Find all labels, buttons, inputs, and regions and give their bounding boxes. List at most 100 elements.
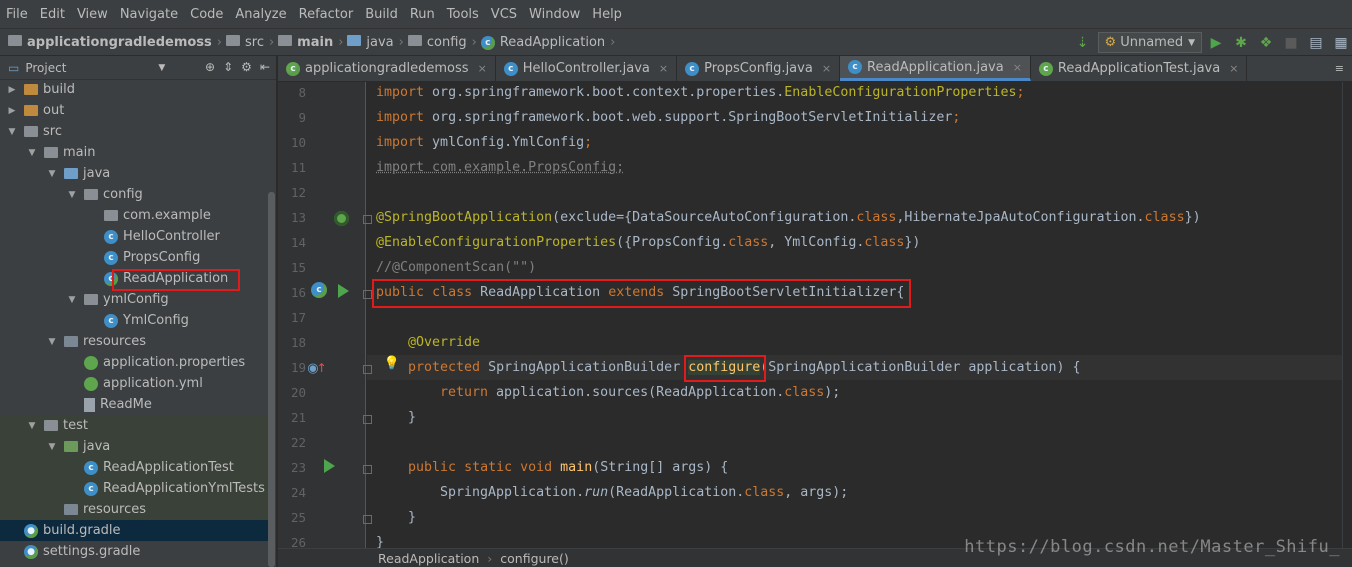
- menu-item-window[interactable]: Window: [529, 7, 580, 22]
- tree-item[interactable]: ▼ src: [0, 121, 270, 142]
- nav-crumb-0[interactable]: applicationgradledemoss ›: [8, 34, 222, 50]
- coverage-icon[interactable]: ❖: [1255, 32, 1277, 54]
- expand-arrow-icon[interactable]: ▼: [26, 148, 38, 158]
- menu-item-refactor[interactable]: Refactor: [299, 7, 354, 22]
- fold-marker[interactable]: [363, 465, 372, 474]
- structure-icon[interactable]: ▤: [1305, 32, 1327, 54]
- tree-item[interactable]: ▼ java: [0, 436, 270, 457]
- nav-crumb-2[interactable]: main ›: [278, 34, 343, 50]
- breadcrumb-method[interactable]: configure(): [500, 551, 568, 566]
- expand-arrow-icon[interactable]: ▼: [66, 190, 78, 200]
- tree-item[interactable]: ▼ test: [0, 415, 270, 436]
- spring-class-icon[interactable]: c: [310, 281, 328, 299]
- code-editor[interactable]: 8 9 10 11 12 13 14 15 16 17 18 19 20 21 22 23 24 25 26 c ◉…: [278, 82, 1352, 548]
- fold-marker[interactable]: [363, 215, 372, 224]
- tree-item[interactable]: ▶ build: [0, 79, 270, 100]
- locate-icon[interactable]: ⊕: [205, 60, 215, 74]
- tree-item[interactable]: ▶ out: [0, 100, 270, 121]
- expand-arrow-icon[interactable]: ▶: [6, 85, 18, 95]
- tree-item[interactable]: ReadMe: [0, 394, 270, 415]
- project-structure-icon[interactable]: ▦: [1330, 32, 1352, 54]
- menu-item-file[interactable]: File: [6, 7, 28, 22]
- tree-item[interactable]: application.properties: [0, 352, 270, 373]
- tree-item[interactable]: ▼ java: [0, 163, 270, 184]
- close-icon[interactable]: ×: [822, 62, 831, 75]
- run-gutter-icon[interactable]: [336, 283, 350, 299]
- editor-tab[interactable]: c ReadApplicationTest.java ×: [1031, 56, 1248, 81]
- spring-bean-icon[interactable]: [332, 209, 350, 227]
- editor-tab[interactable]: c HelloController.java ×: [496, 56, 678, 81]
- error-stripe[interactable]: [1342, 82, 1352, 548]
- menu-item-build[interactable]: Build: [365, 7, 398, 22]
- chevron-down-icon[interactable]: ▼: [158, 63, 165, 73]
- expand-arrow-icon[interactable]: ▼: [66, 295, 78, 305]
- tree-item[interactable]: ▼ config: [0, 184, 270, 205]
- collapse-icon[interactable]: ⇕: [223, 60, 233, 74]
- menu-item-vcs[interactable]: VCS: [491, 7, 517, 22]
- fold-marker[interactable]: [363, 415, 372, 424]
- override-method-icon[interactable]: ◉ ↑: [306, 359, 328, 377]
- project-view-icon: ▭: [8, 60, 20, 75]
- tree-item[interactable]: com.example: [0, 205, 270, 226]
- expand-arrow-icon[interactable]: ▼: [6, 127, 18, 137]
- tree-item-label: YmlConfig: [123, 313, 189, 328]
- file-icon: [84, 397, 95, 412]
- tree-item[interactable]: c PropsConfig: [0, 247, 270, 268]
- nav-crumb-1[interactable]: src ›: [225, 34, 274, 50]
- menu-item-edit[interactable]: Edit: [40, 7, 65, 22]
- fold-marker[interactable]: [363, 515, 372, 524]
- close-icon[interactable]: ×: [659, 62, 668, 75]
- menu-item-tools[interactable]: Tools: [447, 7, 479, 22]
- tree-item[interactable]: ● settings.gradle: [0, 541, 270, 562]
- expand-arrow-icon[interactable]: ▶: [6, 106, 18, 116]
- gear-icon[interactable]: ⚙: [241, 60, 252, 74]
- tree-item[interactable]: c HelloController: [0, 226, 270, 247]
- tree-item[interactable]: c ReadApplicationYmlTests: [0, 478, 270, 499]
- close-icon[interactable]: ×: [1229, 62, 1238, 75]
- tree-item[interactable]: application.yml: [0, 373, 270, 394]
- breadcrumb-class[interactable]: ReadApplication: [378, 551, 479, 566]
- project-panel-title[interactable]: Project: [25, 61, 66, 75]
- close-icon[interactable]: ×: [1013, 61, 1022, 74]
- run-icon[interactable]: ▶: [1205, 32, 1227, 54]
- hide-icon[interactable]: ⇤: [260, 60, 270, 74]
- tree-item[interactable]: ▼ main: [0, 142, 270, 163]
- tree-item[interactable]: ▼ resources: [0, 331, 270, 352]
- menu-item-code[interactable]: Code: [190, 7, 223, 22]
- fold-marker[interactable]: [363, 290, 372, 299]
- tree-item-label: ReadApplicationYmlTests: [103, 481, 265, 496]
- code-line-10: import ymlConfig.YmlConfig;: [376, 135, 593, 150]
- debug-icon[interactable]: ✱: [1230, 32, 1252, 54]
- tree-item[interactable]: c ReadApplicationTest: [0, 457, 270, 478]
- tree-item[interactable]: ▼ ymlConfig: [0, 289, 270, 310]
- menu-item-navigate[interactable]: Navigate: [120, 7, 178, 22]
- expand-arrow-icon[interactable]: ▼: [46, 169, 58, 179]
- vcs-update-icon[interactable]: ⇣: [1072, 32, 1094, 54]
- menu-item-help[interactable]: Help: [592, 7, 622, 22]
- nav-crumb-5[interactable]: c ReadApplication ›: [480, 34, 615, 50]
- intention-bulb-icon[interactable]: 💡: [384, 354, 400, 372]
- tab-overflow-icon[interactable]: ≡: [1335, 62, 1344, 75]
- menu-item-run[interactable]: Run: [410, 7, 435, 22]
- scrollbar[interactable]: [268, 192, 275, 567]
- editor-tab[interactable]: c PropsConfig.java ×: [677, 56, 841, 81]
- fold-marker[interactable]: [363, 365, 372, 374]
- menu-item-view[interactable]: View: [77, 7, 108, 22]
- nav-crumb-3[interactable]: java ›: [347, 34, 404, 50]
- menu-item-analyze[interactable]: Analyze: [235, 7, 286, 22]
- editor-tab[interactable]: c applicationgradledemoss ×: [278, 56, 496, 81]
- expand-arrow-icon[interactable]: ▼: [46, 442, 58, 452]
- stop-icon[interactable]: ■: [1280, 32, 1302, 54]
- close-icon[interactable]: ×: [478, 62, 487, 75]
- tree-item[interactable]: ● build.gradle: [0, 520, 270, 541]
- run-config-select[interactable]: ⚙ Unnamed ▼: [1097, 32, 1202, 53]
- nav-crumb-4[interactable]: config ›: [407, 34, 477, 50]
- editor-tab[interactable]: c ReadApplication.java ×: [840, 56, 1031, 81]
- tree-item[interactable]: c YmlConfig: [0, 310, 270, 331]
- run-gutter-icon[interactable]: [322, 458, 336, 474]
- line-number: 20: [290, 385, 306, 400]
- tree-item[interactable]: resources: [0, 499, 270, 520]
- expand-arrow-icon[interactable]: ▼: [26, 421, 38, 431]
- folder-icon: [44, 420, 58, 431]
- expand-arrow-icon[interactable]: ▼: [46, 337, 58, 347]
